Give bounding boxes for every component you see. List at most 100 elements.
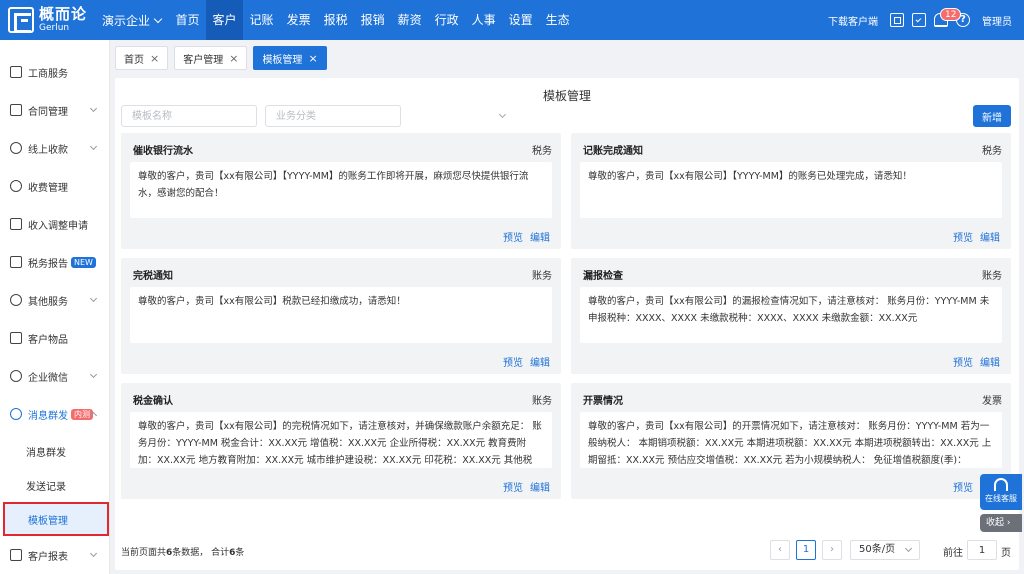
nav-tax-filing[interactable]: 报税 bbox=[317, 0, 354, 40]
chat-icon bbox=[10, 370, 22, 382]
card-category: 账务 bbox=[982, 271, 1002, 282]
info-text: 条 bbox=[235, 548, 245, 558]
template-card: 完税通知 账务 尊敬的客户，贵司【xx有限公司】税款已经扣缴成功，请悉知！ 预览… bbox=[121, 258, 561, 374]
online-service-button[interactable]: 在线客服 bbox=[980, 474, 1022, 510]
page-tabs: 首页 × 客户管理 × 模板管理 × bbox=[115, 46, 333, 70]
nav-invoice[interactable]: 发票 bbox=[280, 0, 317, 40]
sidebar-item-contract[interactable]: 合同管理 bbox=[0, 91, 110, 129]
preview-link[interactable]: 预览 bbox=[953, 233, 973, 244]
nav-admin[interactable]: 行政 bbox=[428, 0, 465, 40]
chevron-right-icon: › bbox=[1006, 518, 1011, 528]
nav-customer[interactable]: 客户 bbox=[206, 0, 244, 40]
edit-link[interactable]: 编辑 bbox=[530, 483, 550, 494]
chevron-down-icon bbox=[89, 142, 98, 151]
brand-name: 概而论 bbox=[39, 5, 88, 23]
tab-customer-management[interactable]: 客户管理 × bbox=[174, 46, 248, 70]
card-content: 尊敬的客户，贵司【xx有限公司】【YYYY-MM】的账务已处理完成，请悉知！ bbox=[580, 162, 1002, 218]
nav-settings[interactable]: 设置 bbox=[502, 0, 539, 40]
sidebar-item-income-adjustment[interactable]: 收入调整申请 bbox=[0, 205, 110, 243]
template-card: 税金确认 账务 尊敬的客户，贵司【xx有限公司】的完税情况如下，请注意核对，并确… bbox=[121, 383, 561, 499]
nav-hr[interactable]: 人事 bbox=[465, 0, 502, 40]
sidebar-item-customer-report[interactable]: 客户报表 bbox=[0, 536, 110, 574]
chevron-down-icon bbox=[153, 14, 163, 23]
card-category: 账务 bbox=[532, 396, 552, 407]
preview-link[interactable]: 预览 bbox=[503, 358, 523, 369]
sidebar-item-label: 税务报告 bbox=[28, 258, 68, 270]
heart-icon bbox=[10, 294, 22, 306]
sidebar-item-customer-items[interactable]: 客户物品 bbox=[0, 319, 110, 357]
sidebar-sub-template-management[interactable]: 模板管理 bbox=[3, 502, 109, 536]
card-content: 尊敬的客户，贵司【xx有限公司】的完税情况如下，请注意核对，并确保缴款账户余额充… bbox=[130, 412, 552, 468]
main-panel: 模板管理 新增 催收银行流水 税务 尊敬的客户，贵司【xx有限公司】【YYYY-… bbox=[115, 78, 1019, 570]
top-navbar: 概而论 Gerlun 演示企业 首页 客户 记账 发票 报税 报销 薪资 行政 … bbox=[0, 0, 1024, 40]
edit-link[interactable]: 编辑 bbox=[980, 358, 1000, 369]
clipboard-icon[interactable] bbox=[912, 13, 926, 27]
next-page-button[interactable]: › bbox=[822, 540, 842, 560]
close-icon[interactable]: × bbox=[308, 52, 317, 65]
page-size-select[interactable]: 50条/页 bbox=[850, 540, 920, 560]
page-title: 模板管理 bbox=[542, 89, 591, 103]
chart-icon bbox=[10, 549, 22, 561]
category-select[interactable] bbox=[265, 105, 401, 127]
chevron-down-icon bbox=[89, 370, 98, 379]
nav-payroll[interactable]: 薪资 bbox=[391, 0, 428, 40]
corp-selector[interactable]: 演示企业 bbox=[92, 0, 169, 40]
close-icon[interactable]: × bbox=[229, 52, 238, 65]
sidebar-item-other-services[interactable]: 其他服务 bbox=[0, 281, 110, 319]
sidebar-item-fee-management[interactable]: 收费管理 bbox=[0, 167, 110, 205]
prev-page-button[interactable]: ‹ bbox=[770, 540, 790, 560]
card-title: 漏报检查 bbox=[583, 271, 623, 282]
online-service-label: 在线客服 bbox=[985, 494, 1017, 503]
notification-badge: 12 bbox=[940, 8, 962, 21]
sidebar-item-label: 收入调整申请 bbox=[28, 220, 88, 232]
chevron-down-icon bbox=[498, 110, 507, 119]
chevron-down-icon bbox=[904, 544, 913, 553]
sidebar-item-label: 合同管理 bbox=[28, 106, 68, 118]
nav-ecosystem[interactable]: 生态 bbox=[539, 0, 576, 40]
record-count-info: 当前页面共6条数据， 合计6条 bbox=[121, 545, 244, 558]
chevron-down-icon bbox=[89, 549, 98, 558]
close-icon[interactable]: × bbox=[150, 52, 159, 65]
sidebar-item-wecom[interactable]: 企业微信 bbox=[0, 357, 110, 395]
contract-icon bbox=[10, 104, 22, 116]
collapse-button[interactable]: 收起 › bbox=[980, 514, 1022, 532]
sidebar-sub-mass-message[interactable]: 消息群发 bbox=[0, 434, 110, 468]
brand-name-en: Gerlun bbox=[39, 23, 70, 33]
logo[interactable]: 概而论 Gerlun bbox=[0, 7, 92, 33]
logo-mark-icon bbox=[8, 7, 34, 33]
nav-home[interactable]: 首页 bbox=[169, 0, 206, 40]
card-category: 账务 bbox=[532, 271, 552, 282]
sidebar-item-mass-message[interactable]: 消息群发 内测 bbox=[0, 395, 110, 433]
page-number-button[interactable]: 1 bbox=[796, 540, 816, 560]
sidebar-item-tax-report[interactable]: 税务报告 NEW bbox=[0, 243, 110, 281]
card-content: 尊敬的客户，贵司【xx有限公司】【YYYY-MM】的账务工作即将开展，麻烦您尽快… bbox=[130, 162, 552, 218]
preview-link[interactable]: 预览 bbox=[503, 233, 523, 244]
info-text: 条数据， 合计 bbox=[172, 548, 230, 558]
template-name-input[interactable] bbox=[121, 105, 257, 127]
sidebar-item-label: 客户报表 bbox=[28, 551, 68, 563]
tab-home[interactable]: 首页 × bbox=[115, 46, 169, 70]
edit-link[interactable]: 编辑 bbox=[980, 233, 1000, 244]
nav-bookkeeping[interactable]: 记账 bbox=[243, 0, 280, 40]
chevron-down-icon bbox=[89, 104, 98, 113]
yuan-icon bbox=[10, 142, 22, 154]
sidebar-item-online-payment[interactable]: 线上收款 bbox=[0, 129, 110, 167]
template-card: 开票情况 发票 尊敬的客户，贵司【xx有限公司】的开票情况如下，请注意核对： 账… bbox=[571, 383, 1011, 499]
sidebar-sub-send-records[interactable]: 发送记录 bbox=[0, 468, 110, 502]
goto-page-input[interactable] bbox=[967, 540, 997, 560]
sidebar-item-business-service[interactable]: 工商服务 bbox=[0, 53, 110, 91]
template-card: 催收银行流水 税务 尊敬的客户，贵司【xx有限公司】【YYYY-MM】的账务工作… bbox=[121, 133, 561, 249]
download-client-link[interactable]: 下载客户端 bbox=[828, 13, 878, 28]
scan-icon[interactable] bbox=[890, 13, 904, 27]
card-title: 开票情况 bbox=[583, 396, 623, 407]
preview-link[interactable]: 预览 bbox=[953, 358, 973, 369]
edit-link[interactable]: 编辑 bbox=[530, 233, 550, 244]
edit-link[interactable]: 编辑 bbox=[530, 358, 550, 369]
preview-link[interactable]: 预览 bbox=[953, 483, 973, 494]
user-menu[interactable]: 管理员 bbox=[982, 13, 1012, 28]
new-badge: NEW bbox=[71, 256, 96, 268]
tab-template-management[interactable]: 模板管理 × bbox=[253, 46, 327, 70]
nav-reimbursement[interactable]: 报销 bbox=[354, 0, 391, 40]
preview-link[interactable]: 预览 bbox=[503, 483, 523, 494]
add-template-button[interactable]: 新增 bbox=[973, 105, 1011, 127]
